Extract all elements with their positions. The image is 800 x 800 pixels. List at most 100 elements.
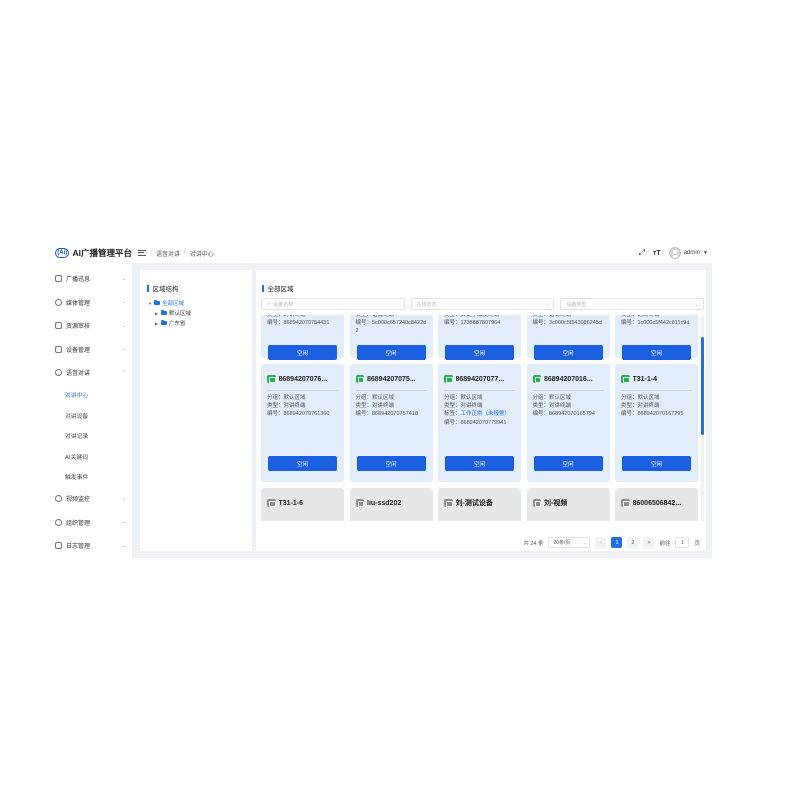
tag-value: 工作正常（未报警） xyxy=(460,411,511,418)
card-divider xyxy=(267,390,338,391)
device-card[interactable]: 类型：话筒终端 编号：3c000c5f643086245d 空闲 xyxy=(526,315,610,360)
device-type: 类型：对讲终端 xyxy=(444,403,483,410)
device-card[interactable]: 类型：关键字触发终端 编号：1735887807964 空闲 xyxy=(438,315,521,360)
mic-icon xyxy=(55,369,62,377)
device-name: 86894207077... xyxy=(455,375,505,383)
fullscreen-icon[interactable]: ⤢ xyxy=(639,249,645,257)
call-button[interactable]: 空闲 xyxy=(445,456,514,471)
user-menu[interactable]: admin ▼ xyxy=(668,247,708,259)
goto-page-input[interactable]: 1 xyxy=(675,537,690,548)
online-status-select[interactable]: 在线状态 ⌄ xyxy=(410,298,555,310)
device-group: 分组：默认区域 xyxy=(532,395,572,401)
card-header: 86894207076... xyxy=(267,364,338,384)
sidebar-subitem-intercom-devices[interactable]: 对讲设备 xyxy=(52,405,132,426)
device-name-search-input[interactable]: ⌕ 设备名称 xyxy=(261,298,405,310)
scrollbar-thumb[interactable] xyxy=(701,337,704,435)
device-card[interactable]: 86894207077... 分组：默认区域 类型：对讲终端 标签：工作正常（未… xyxy=(438,364,521,482)
chevron-down-icon: ⌄ xyxy=(121,346,126,353)
call-button[interactable]: 空闲 xyxy=(533,456,603,471)
sidebar-item-label: 视频监控 xyxy=(66,497,91,504)
top-bar: (Ai) AI广播管理平台 语音对讲 / 对讲中心 ⤢ тT admin ▼ xyxy=(52,243,712,263)
device-tag: 标签：工作正常（未报警） xyxy=(444,410,515,418)
sidebar-item-label: 日志管理 xyxy=(66,544,91,551)
device-group: 分组：默认区域 xyxy=(444,395,483,401)
card-header: liu-ssd202 xyxy=(355,488,427,508)
tree-panel-title: 区域结构 xyxy=(147,283,179,293)
sidebar-item-devices[interactable]: 设备管理 ⌄ xyxy=(52,338,132,362)
page-size-select[interactable]: 20条/页 ⌄ xyxy=(548,537,591,548)
device-card[interactable]: 类型：话筒终端 编号：5c000c657240c8422d2 空闲 xyxy=(349,315,433,360)
caret-down-icon: ▼ xyxy=(703,250,708,256)
device-card-offline[interactable]: liu-ssd202 xyxy=(349,488,433,521)
sidebar-subitem-trigger-events[interactable]: 触发事件 xyxy=(52,467,132,488)
device-name: T31-1-4 xyxy=(632,375,658,383)
sidebar-item-media[interactable]: 媒体管理 ⌄ xyxy=(52,291,132,315)
device-card[interactable]: 86894207076... 分组：默认区域 类型：对讲终端 编号：868942… xyxy=(261,364,344,482)
chevron-down-icon: ⌄ xyxy=(582,540,587,546)
breadcrumb-item[interactable]: 语音对讲 xyxy=(156,249,180,258)
device-type-select[interactable]: 设备类型 ⌄ xyxy=(560,298,705,310)
device-offline-icon xyxy=(267,498,276,508)
page-button-2[interactable]: 2 xyxy=(627,537,639,548)
call-button[interactable]: 空闲 xyxy=(445,345,514,360)
device-group: 分组：默认区域 xyxy=(267,395,306,401)
sidebar-subitem-intercom-center[interactable]: 对讲中心 xyxy=(52,385,132,406)
sidebar-subitem-intercom-records[interactable]: 对讲记录 xyxy=(52,426,132,447)
sidebar-item-audit[interactable]: 资源审核 ⌄ xyxy=(52,314,132,338)
device-online-icon xyxy=(621,374,630,384)
device-card-offline[interactable]: T31-1-6 xyxy=(261,488,344,521)
sidebar-item-label: 媒体管理 xyxy=(66,300,91,307)
search-placeholder: 设备名称 xyxy=(273,301,294,308)
call-button[interactable]: 空闲 xyxy=(622,345,691,360)
device-card[interactable]: 类型：话筒终端 编号：1c000c5f442c811c9d 空闲 xyxy=(615,315,698,360)
call-button[interactable]: 空闲 xyxy=(622,456,691,471)
breadcrumb-item-current: 对讲中心 xyxy=(189,251,214,258)
next-page-button[interactable]: > xyxy=(643,537,655,548)
device-card-offline[interactable]: 刘-测试设备 xyxy=(438,488,521,521)
call-button[interactable]: 空闲 xyxy=(356,456,426,471)
device-card[interactable]: 86894207075... 分组：默认区域 类型：对讲终端 编号：868942… xyxy=(349,364,433,482)
sidebar-subitem-ai-keywords[interactable]: AI关键词 xyxy=(52,446,132,467)
pagination: 共 24 条 20条/页 ⌄ < 1 2 > 前往 1 页 xyxy=(523,537,700,548)
device-card-list[interactable]: 类型：对讲终端 编号：868942070754431 空闲 类型：话筒终端 编号… xyxy=(261,315,704,521)
tree-node-guangdong[interactable]: ▶ 广东省 xyxy=(148,318,191,328)
audit-icon xyxy=(55,322,62,330)
sidebar: 广播迅息 ⌄ 媒体管理 ⌄ 资源审核 ⌄ 设备管理 ⌄ 语音对讲 ⌃ 对讲中心 … xyxy=(52,267,132,558)
menu-toggle-icon[interactable] xyxy=(138,250,146,256)
device-type: 类型：对讲终端 xyxy=(621,403,660,410)
tree-node-label: 广东省 xyxy=(169,321,186,327)
user-name: admin xyxy=(683,250,701,256)
call-button[interactable]: 空闲 xyxy=(533,345,603,360)
card-divider xyxy=(532,390,604,391)
device-card[interactable]: T31-1-4 分组：默认区域 类型：对讲终端 编号：8689420701672… xyxy=(615,364,698,482)
font-size-icon[interactable]: тT xyxy=(653,250,661,257)
device-number: 编号：868942070167295 xyxy=(621,411,684,418)
chevron-down-icon: ⌄ xyxy=(121,299,126,306)
device-offline-icon xyxy=(532,498,541,508)
title-accent-bar xyxy=(262,284,264,292)
sidebar-item-org[interactable]: 组织管理 ⌄ xyxy=(52,511,132,535)
device-card[interactable]: 86894207016... 分组：默认区域 类型：对讲终端 编号：868942… xyxy=(526,364,610,482)
chevron-down-icon: ⌄ xyxy=(121,322,126,329)
device-card[interactable]: 类型：对讲终端 编号：868942070754431 空闲 xyxy=(261,315,344,360)
call-button[interactable]: 空闲 xyxy=(268,456,337,471)
card-list-scrollbar[interactable] xyxy=(701,315,704,521)
card-divider xyxy=(355,390,427,391)
sidebar-item-intercom[interactable]: 语音对讲 ⌃ xyxy=(52,361,132,385)
folder-icon xyxy=(154,299,160,306)
sidebar-item-broadcast[interactable]: 广播迅息 ⌄ xyxy=(52,267,132,291)
device-number: 编号：868942070754431 xyxy=(267,320,330,327)
device-online-icon xyxy=(267,374,276,384)
call-button[interactable]: 空闲 xyxy=(268,345,337,360)
device-card-offline[interactable]: 刘-视频 xyxy=(526,488,610,521)
chevron-up-icon: ⌃ xyxy=(121,369,126,376)
page-button-1[interactable]: 1 xyxy=(611,537,623,548)
sidebar-item-video[interactable]: 视频监控 ⌄ xyxy=(52,487,132,511)
tree-node-default[interactable]: ▶ 默认区域 xyxy=(148,308,191,318)
sidebar-item-logs[interactable]: 日志管理 ⌄ xyxy=(52,534,132,558)
device-card-offline[interactable]: 86006506842... xyxy=(615,488,698,521)
call-button[interactable]: 空闲 xyxy=(356,345,426,360)
tree-node-root[interactable]: ▼ 全部区域 xyxy=(148,298,191,308)
prev-page-button[interactable]: < xyxy=(595,537,607,548)
device-offline-icon xyxy=(444,498,453,508)
